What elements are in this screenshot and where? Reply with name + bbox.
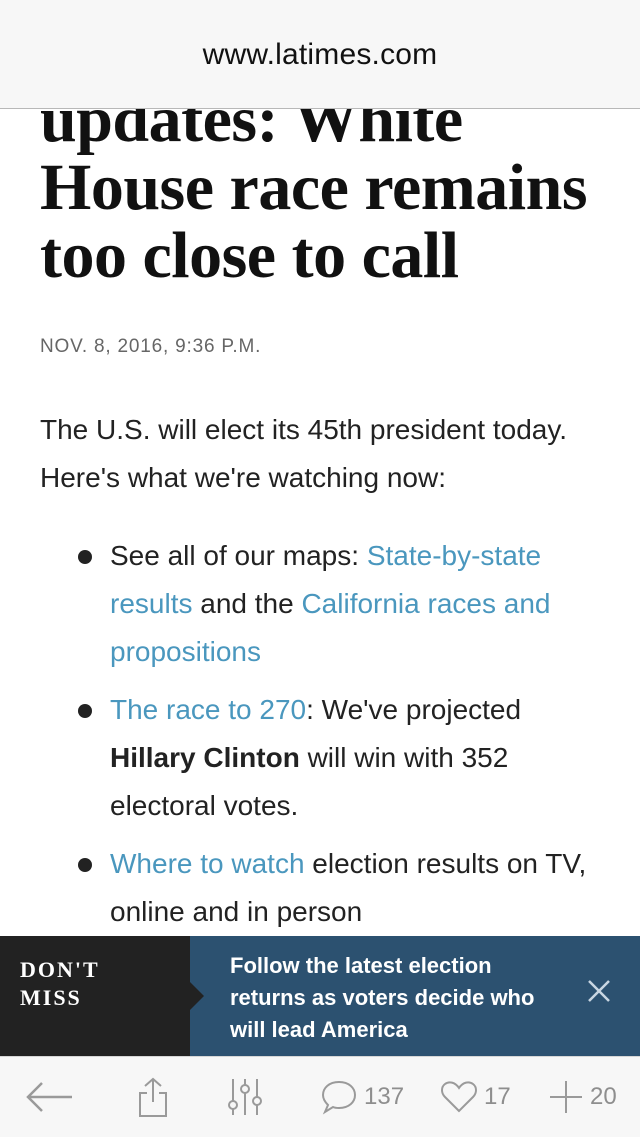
- race-to-270-link[interactable]: The race to 270: [110, 694, 306, 725]
- share-button[interactable]: [136, 1057, 170, 1137]
- likes-count: 17: [484, 1083, 511, 1110]
- browser-url-bar[interactable]: www.latimes.com: [0, 0, 640, 109]
- bullet-text: and the: [192, 588, 302, 619]
- article-headline: updates: White House race remains too cl…: [40, 83, 588, 292]
- url-text[interactable]: www.latimes.com: [203, 38, 438, 72]
- text-settings-button[interactable]: [226, 1057, 264, 1137]
- like-button[interactable]: 17: [440, 1057, 511, 1137]
- list-item: Where to watch election results on TV, o…: [0, 840, 640, 936]
- bottom-toolbar: 137 17 20: [0, 1056, 640, 1137]
- share-icon: [136, 1076, 170, 1118]
- where-to-watch-link[interactable]: Where to watch: [110, 848, 305, 879]
- dont-miss-label-text: DON'T MISS: [20, 957, 100, 1010]
- article-dateline: NOV. 8, 2016, 9:36 P.M.: [40, 336, 262, 357]
- banner-message[interactable]: Follow the latest election returns as vo…: [230, 950, 550, 1046]
- dont-miss-label: DON'T MISS: [0, 936, 204, 1056]
- bullet-bold-text: Hillary Clinton: [110, 742, 300, 773]
- sliders-icon: [226, 1077, 264, 1117]
- add-count: 20: [590, 1083, 617, 1110]
- dont-miss-banner[interactable]: DON'T MISS Follow the latest election re…: [0, 936, 640, 1056]
- bullet-dot: [78, 550, 92, 564]
- bullet-dot: [78, 704, 92, 718]
- arrow-pointer-icon: [190, 982, 204, 1010]
- article-bullet-list: See all of our maps: State-by-state resu…: [0, 532, 640, 946]
- comments-button[interactable]: 137: [320, 1057, 404, 1137]
- bullet-text: : We've projected: [306, 694, 522, 725]
- add-button[interactable]: 20: [548, 1057, 617, 1137]
- close-icon[interactable]: [584, 976, 614, 1006]
- back-button[interactable]: [22, 1057, 76, 1137]
- plus-icon: [548, 1079, 584, 1115]
- article-intro: The U.S. will elect its 45th president t…: [40, 414, 568, 493]
- bullet-text: See all of our maps:: [110, 540, 367, 571]
- list-item: The race to 270: We've projected Hillary…: [0, 686, 640, 830]
- speech-bubble-icon: [320, 1079, 358, 1115]
- heart-icon: [440, 1080, 478, 1114]
- list-item: See all of our maps: State-by-state resu…: [0, 532, 640, 676]
- comments-count: 137: [364, 1083, 405, 1110]
- back-arrow-icon: [22, 1077, 76, 1117]
- bullet-dot: [78, 858, 92, 872]
